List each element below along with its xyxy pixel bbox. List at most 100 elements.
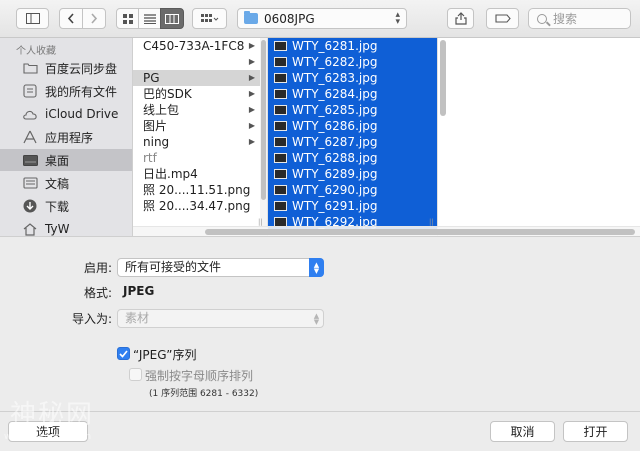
file-row[interactable]: WTY_6288.jpg — [268, 150, 437, 166]
image-file-icon — [274, 73, 287, 83]
force-alphabetical-checkbox[interactable] — [129, 368, 142, 381]
import-as-popup[interactable]: 素材 ▲ ▼ — [117, 309, 324, 328]
sidebar-icon — [25, 13, 40, 24]
scrollbar-thumb[interactable] — [261, 40, 266, 200]
file-name: WTY_6283.jpg — [292, 71, 378, 85]
file-name: WTY_6281.jpg — [292, 39, 378, 53]
search-placeholder: 搜索 — [553, 12, 578, 26]
list-item[interactable]: 线上包 ▶ — [133, 102, 267, 118]
file-name: WTY_6290.jpg — [292, 183, 378, 197]
column-scrollbar[interactable] — [260, 38, 267, 236]
sidebar-toggle-button[interactable] — [16, 8, 49, 29]
scrollbar-thumb[interactable] — [205, 229, 635, 235]
file-row[interactable]: WTY_6291.jpg — [268, 198, 437, 214]
sidebar-item-all-files[interactable]: 我的所有文件 — [0, 80, 132, 102]
file-name: WTY_6285.jpg — [292, 103, 378, 117]
open-button-label: 打开 — [583, 425, 608, 439]
file-name: WTY_6282.jpg — [292, 55, 378, 69]
file-row[interactable]: WTY_6287.jpg — [268, 134, 437, 150]
scrollbar-thumb[interactable] — [440, 40, 446, 116]
disclosure-arrow-icon: ▶ — [248, 105, 255, 114]
open-button[interactable]: 打开 — [563, 421, 628, 442]
sidebar-item-icloud-drive[interactable]: iCloud Drive — [0, 103, 132, 125]
grid-icon — [122, 13, 133, 24]
file-row[interactable]: WTY_6285.jpg — [268, 102, 437, 118]
folder-icon — [22, 61, 38, 75]
file-row[interactable]: WTY_6289.jpg — [268, 166, 437, 182]
search-icon — [537, 13, 547, 24]
up-down-chevron-icon: ▲ ▼ — [309, 258, 324, 277]
column-resize-grip-icon[interactable]: || — [429, 218, 434, 226]
format-label: 格式: — [83, 286, 112, 300]
sidebar-item-desktop[interactable]: 桌面 — [0, 149, 132, 171]
share-icon — [454, 12, 467, 25]
applications-icon — [22, 130, 38, 144]
arrange-grid-icon — [200, 13, 218, 22]
tag-button[interactable] — [486, 8, 519, 29]
enable-popup[interactable]: 所有可接受的文件 ▲ ▼ — [117, 258, 324, 277]
disclosure-arrow-icon: ▶ — [248, 137, 255, 146]
enable-popup-value: 所有可接受的文件 — [125, 260, 222, 274]
cancel-button[interactable]: 取消 — [490, 421, 555, 442]
format-value: JPEG — [123, 284, 155, 298]
jpeg-sequence-label: “JPEG”序列 — [133, 348, 197, 362]
list-item[interactable]: ▶ — [133, 54, 267, 70]
list-item-label: C450-733A-1FC8 — [143, 39, 245, 53]
chevron-left-icon — [67, 13, 74, 24]
list-item-label: 巴的SDK — [143, 87, 192, 101]
disclosure-arrow-icon: ▶ — [248, 89, 255, 98]
sidebar-item-label: 文稿 — [45, 176, 70, 191]
image-file-icon — [274, 89, 287, 99]
list-item-selected[interactable]: PG ▶ — [133, 70, 267, 86]
up-down-chevron-icon: ▲ ▼ — [313, 311, 320, 326]
sidebar-item-home[interactable]: TyW — [0, 218, 132, 236]
list-item[interactable]: rtf — [133, 150, 267, 166]
back-button[interactable] — [59, 8, 83, 29]
file-row[interactable]: WTY_6290.jpg — [268, 182, 437, 198]
list-item[interactable]: 巴的SDK ▶ — [133, 86, 267, 102]
home-icon — [22, 222, 38, 236]
sidebar-item-applications[interactable]: 应用程序 — [0, 126, 132, 148]
watermark: 神秘网 — [10, 400, 95, 430]
image-file-icon — [274, 105, 287, 115]
list-item-label: ning — [143, 135, 170, 149]
files-column-scrollbar[interactable] — [438, 38, 448, 236]
list-item[interactable]: 图片 ▶ — [133, 118, 267, 134]
sidebar-item-downloads[interactable]: 下载 — [0, 195, 132, 217]
list-item[interactable]: 日出.mp4 — [133, 166, 267, 182]
file-row[interactable]: WTY_6284.jpg — [268, 86, 437, 102]
icon-view-button[interactable] — [116, 8, 139, 29]
columns-icon — [165, 13, 179, 24]
file-row[interactable]: WTY_6283.jpg — [268, 70, 437, 86]
search-input[interactable]: 搜索 — [528, 8, 631, 29]
jpeg-sequence-checkbox[interactable] — [117, 347, 130, 360]
list-item-label: 线上包 — [143, 103, 180, 117]
list-item-label: 日出.mp4 — [143, 167, 198, 181]
horizontal-scrollbar[interactable] — [133, 226, 640, 236]
file-row[interactable]: WTY_6281.jpg — [268, 38, 437, 54]
sidebar-item-baidu-sync[interactable]: 百度云同步盘 — [0, 57, 132, 79]
disclosure-arrow-icon: ▶ — [248, 57, 255, 66]
list-item[interactable]: 照 20....34.47.png — [133, 198, 267, 214]
cloud-icon — [22, 107, 38, 121]
list-item[interactable]: C450-733A-1FC8 ▶ — [133, 38, 267, 54]
file-row[interactable]: WTY_6286.jpg — [268, 118, 437, 134]
back-forward-control — [59, 8, 106, 29]
arrange-button[interactable] — [192, 8, 227, 29]
image-file-icon — [274, 57, 287, 67]
image-file-icon — [274, 185, 287, 195]
file-row[interactable]: WTY_6282.jpg — [268, 54, 437, 70]
list-item[interactable]: ning ▶ — [133, 134, 267, 150]
column-resize-grip-icon[interactable]: || — [258, 218, 263, 226]
forward-button[interactable] — [82, 8, 106, 29]
list-view-button[interactable] — [138, 8, 161, 29]
list-item-label: rtf — [143, 151, 157, 165]
column-view-button[interactable] — [160, 8, 184, 29]
file-name: WTY_6286.jpg — [292, 119, 378, 133]
sidebar: 个人收藏 百度云同步盘 我的所有文件 iCloud Drive 应用程序 桌面 … — [0, 38, 133, 236]
share-button[interactable] — [447, 8, 474, 29]
path-popup[interactable]: 0608JPG ▴ ▾ — [237, 8, 407, 29]
list-item[interactable]: 照 20....11.51.png — [133, 182, 267, 198]
files-column: WTY_6281.jpg WTY_6282.jpg WTY_6283.jpg W… — [268, 38, 438, 236]
sidebar-item-documents[interactable]: 文稿 — [0, 172, 132, 194]
